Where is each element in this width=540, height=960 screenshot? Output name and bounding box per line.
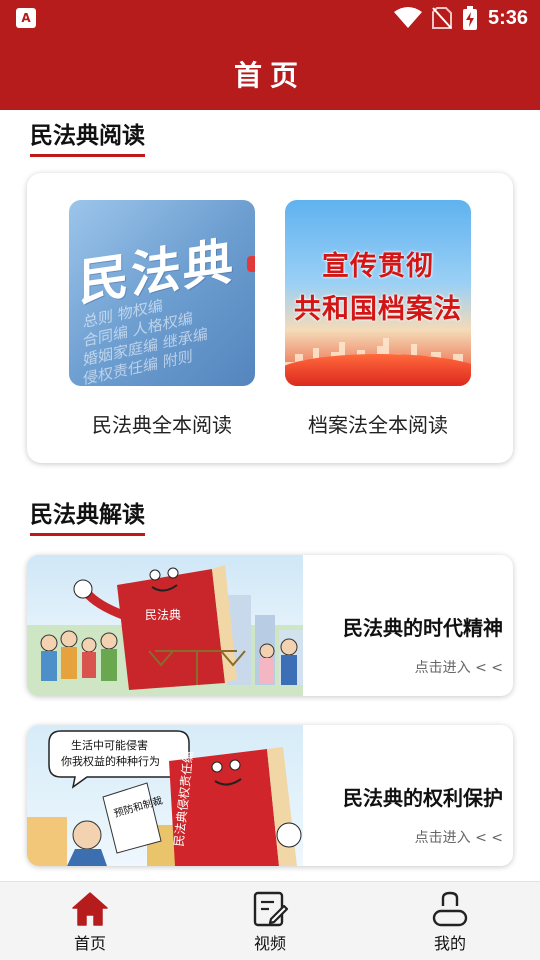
svg-text:民法典: 民法典 [145, 608, 181, 622]
nav-video[interactable]: 视频 [180, 882, 360, 960]
section-title-reading: 民法典阅读 [30, 116, 145, 157]
battery-charging-icon [462, 6, 477, 30]
bottom-navigation: 首页 视频 我的 [0, 881, 540, 960]
rights-protection-cartoon-image: 生活中可能侵害 你我权益的种种行为 预防和制裁 民法典侵权责任编 [27, 725, 303, 866]
app-bar: 首页 [0, 38, 540, 110]
nav-mine[interactable]: 我的 [360, 882, 540, 960]
edit-icon [253, 891, 289, 927]
nav-label: 首页 [73, 934, 106, 953]
section-title-interpretation: 民法典解读 [30, 495, 145, 536]
clock: 5:36 [487, 6, 528, 29]
interpretation-card-rights-protection[interactable]: 生活中可能侵害 你我权益的种种行为 预防和制裁 民法典侵权责任编 民法典的权利保… [27, 725, 513, 866]
tile-label: 民法典全本阅读 [92, 413, 232, 437]
no-sim-icon [431, 7, 452, 29]
wifi-icon [393, 7, 422, 28]
home-icon [72, 892, 108, 926]
interpretation-card-era-spirit[interactable]: 民法典 民法典的时代精神 点击进入 < < [27, 555, 513, 696]
civil-code-cover-image: 民法典 总则 物权编 合同编 人格权编 婚姻家庭编 继承编 侵权责任编 附则 [69, 200, 255, 386]
era-spirit-cartoon-image: 民法典 [27, 555, 303, 696]
app-notification-icon: A [16, 8, 36, 28]
status-bar: A 5:36 [0, 0, 540, 38]
enter-link[interactable]: 点击进入 < < [415, 657, 503, 677]
user-icon [432, 891, 468, 927]
archive-law-full-reading-tile[interactable]: 宣传贯彻 共和国档案法 档案法全本阅读 [285, 200, 471, 438]
civil-code-full-reading-tile[interactable]: 民法典 总则 物权编 合同编 人格权编 婚姻家庭编 继承编 侵权责任编 附则 民… [69, 200, 255, 438]
reading-card: 民法典 总则 物权编 合同编 人格权编 婚姻家庭编 继承编 侵权责任编 附则 民… [27, 173, 513, 463]
svg-text:你我权益的种种行为: 你我权益的种种行为 [61, 754, 160, 768]
nav-label: 我的 [433, 934, 466, 953]
enter-link[interactable]: 点击进入 < < [415, 827, 503, 847]
svg-text:生活中可能侵害: 生活中可能侵害 [71, 738, 148, 752]
card-title: 民法典的时代精神 [343, 616, 503, 640]
nav-label: 视频 [253, 934, 286, 953]
page-title: 首页 [233, 59, 306, 92]
tile-label: 档案法全本阅读 [308, 413, 448, 437]
archive-law-cover-image: 宣传贯彻 共和国档案法 [285, 200, 471, 386]
card-title: 民法典的权利保护 [343, 786, 503, 810]
nav-home[interactable]: 首页 [0, 882, 180, 960]
